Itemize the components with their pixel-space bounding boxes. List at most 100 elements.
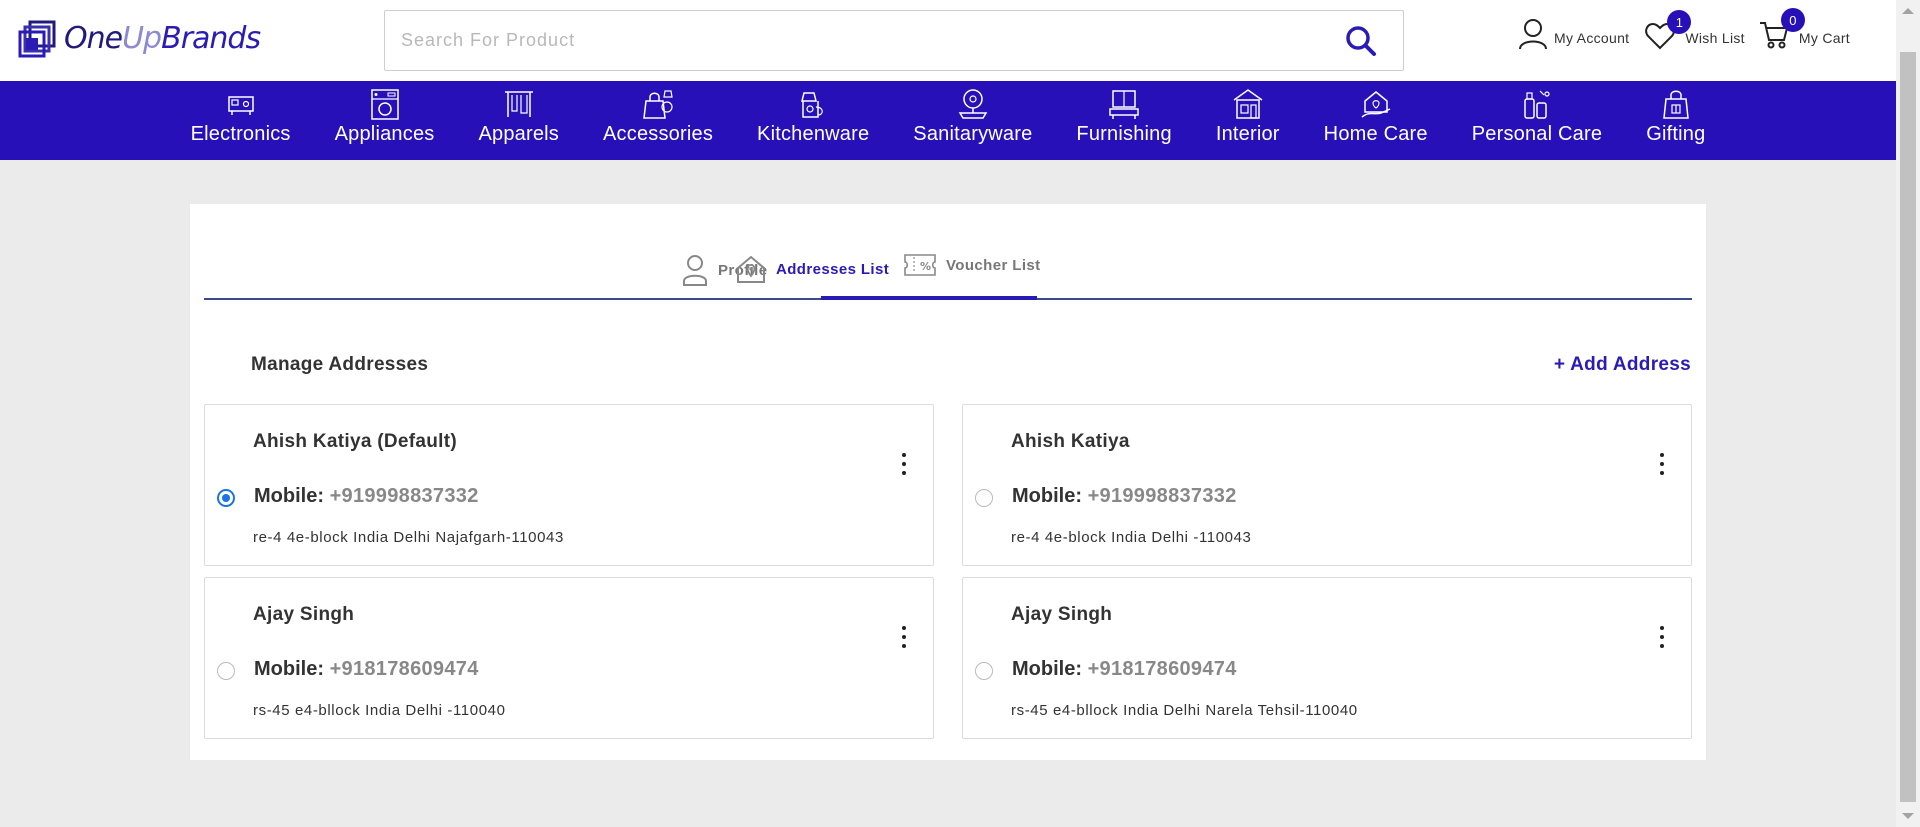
electronics-icon: [227, 96, 254, 115]
logo-wordmark: OneUpBrands: [64, 20, 261, 56]
my-cart-link[interactable]: 0 My Cart: [1759, 8, 1850, 50]
logo-word-brands: Brands: [161, 20, 261, 56]
logo-word-up: Up: [122, 20, 162, 56]
search-icon[interactable]: [1345, 25, 1377, 57]
address-text: rs-45 e4-bllock India Delhi -110040: [253, 702, 506, 719]
search-input[interactable]: [401, 11, 1301, 70]
category-label: Kitchenware: [757, 123, 870, 145]
address-mobile: Mobile: +918178609474: [1012, 658, 1237, 681]
address-card: Ajay Singh Mobile: +918178609474 rs-45 e…: [962, 577, 1692, 739]
logo-icon: [18, 20, 56, 58]
address-mobile: Mobile: +919998837332: [254, 485, 479, 508]
category-home-care[interactable]: Home Care: [1324, 81, 1428, 160]
brand-logo[interactable]: OneUpBrands: [18, 18, 261, 58]
apparels-icon: [504, 91, 533, 117]
category-label: Electronics: [190, 123, 291, 145]
mobile-label: Mobile:: [1012, 485, 1082, 507]
more-options-icon[interactable]: [1657, 453, 1667, 475]
category-appliances[interactable]: Appliances: [335, 81, 435, 160]
address-name: Ajay Singh: [253, 604, 355, 625]
mobile-value: +919998837332: [1087, 485, 1237, 507]
active-tab-indicator: [821, 296, 1037, 300]
wish-list-label: Wish List: [1685, 30, 1745, 46]
search-bar: [384, 10, 1404, 71]
address-card: Ajay Singh Mobile: +918178609474 rs-45 e…: [204, 577, 934, 739]
mobile-label: Mobile:: [254, 485, 324, 507]
category-apparels[interactable]: Apparels: [478, 81, 559, 160]
category-sanitaryware[interactable]: Sanitaryware: [913, 81, 1032, 160]
tab-addresses-list[interactable]: Addresses List: [736, 254, 889, 284]
mobile-label: Mobile:: [254, 658, 324, 680]
gift-icon: [1662, 90, 1689, 119]
more-options-icon[interactable]: [1657, 626, 1667, 648]
address-card: Ahish Katiya (Default) Mobile: +91999883…: [204, 404, 934, 566]
profile-icon: [683, 255, 707, 286]
user-icon: [1519, 19, 1547, 50]
cart-count-badge: 0: [1780, 8, 1805, 32]
accessories-icon: [643, 90, 673, 119]
address-select-radio[interactable]: [975, 662, 993, 680]
manage-addresses-title: Manage Addresses: [251, 354, 429, 375]
address-card: Ahish Katiya Mobile: +919998837332 re-4 …: [962, 404, 1692, 566]
scrollbar-thumb[interactable]: [1900, 52, 1916, 802]
voucher-icon: %: [904, 254, 936, 276]
address-text: re-4 4e-block India Delhi -110043: [1011, 529, 1252, 546]
address-name: Ahish Katiya: [1011, 431, 1130, 452]
my-account-link[interactable]: My Account: [1518, 18, 1629, 50]
wish-list-link[interactable]: 1 Wish List: [1645, 10, 1745, 50]
header-actions: My Account 1 Wish List 0 My Cart: [1518, 8, 1864, 50]
mobile-value: +919998837332: [329, 485, 479, 507]
address-select-radio[interactable]: [975, 489, 993, 507]
address-select-radio[interactable]: [217, 662, 235, 680]
personal-care-icon: [1524, 90, 1550, 119]
mobile-value: +918178609474: [329, 658, 479, 680]
svg-text:%: %: [920, 260, 931, 273]
appliances-icon: [370, 89, 399, 120]
account-tabs: Profile Addresses List % Voucher List: [204, 240, 1692, 300]
category-gifting[interactable]: Gifting: [1646, 81, 1705, 160]
category-electronics[interactable]: Electronics: [191, 81, 291, 160]
address-name: Ajay Singh: [1011, 604, 1113, 625]
category-kitchenware[interactable]: Kitchenware: [757, 81, 869, 160]
address-select-radio[interactable]: [217, 489, 235, 507]
more-options-icon[interactable]: [899, 626, 909, 648]
address-text: re-4 4e-block India Delhi Najafgarh-1100…: [253, 529, 564, 546]
mobile-label: Mobile:: [1012, 658, 1082, 680]
interior-icon: [1233, 89, 1263, 119]
category-label: Gifting: [1646, 123, 1706, 145]
address-text: rs-45 e4-bllock India Delhi Narela Tehsi…: [1011, 702, 1358, 719]
scroll-up-icon[interactable]: [1902, 8, 1914, 14]
category-nav: Electronics Appliances Apparels Accessor…: [0, 81, 1896, 160]
address-mobile: Mobile: +918178609474: [254, 658, 479, 681]
tab-addresses-label: Addresses List: [776, 260, 890, 278]
account-panel: Profile Addresses List % Voucher List Ma…: [190, 204, 1706, 760]
category-furnishing[interactable]: Furnishing: [1076, 81, 1172, 160]
address-name: Ahish Katiya (Default): [253, 431, 458, 452]
furnishing-icon: [1109, 90, 1139, 119]
more-options-icon[interactable]: [899, 453, 909, 475]
scroll-down-icon[interactable]: [1902, 813, 1914, 819]
mobile-value: +918178609474: [1087, 658, 1237, 680]
category-interior[interactable]: Interior: [1216, 81, 1280, 160]
home-care-icon: [1361, 91, 1391, 118]
tab-voucher-label: Voucher List: [946, 256, 1041, 274]
category-label: Sanitaryware: [913, 123, 1033, 145]
kitchenware-icon: [801, 92, 824, 118]
page-scrollbar[interactable]: [1896, 0, 1920, 827]
logo-word-one: One: [64, 20, 123, 56]
category-label: Interior: [1215, 123, 1280, 145]
my-account-label: My Account: [1554, 30, 1630, 46]
category-accessories[interactable]: Accessories: [603, 81, 713, 160]
tab-voucher-list[interactable]: % Voucher List: [904, 254, 1041, 276]
category-label: Accessories: [603, 123, 714, 145]
category-label: Home Care: [1323, 123, 1428, 145]
address-mobile: Mobile: +919998837332: [1012, 485, 1237, 508]
category-label: Apparels: [478, 123, 560, 145]
category-label: Furnishing: [1076, 123, 1172, 145]
sanitaryware-icon: [958, 89, 988, 119]
category-personal-care[interactable]: Personal Care: [1472, 81, 1602, 160]
my-cart-label: My Cart: [1798, 30, 1850, 46]
add-address-button[interactable]: + Add Address: [1554, 354, 1691, 376]
category-label: Appliances: [334, 123, 435, 145]
home-location-icon: [737, 255, 765, 283]
